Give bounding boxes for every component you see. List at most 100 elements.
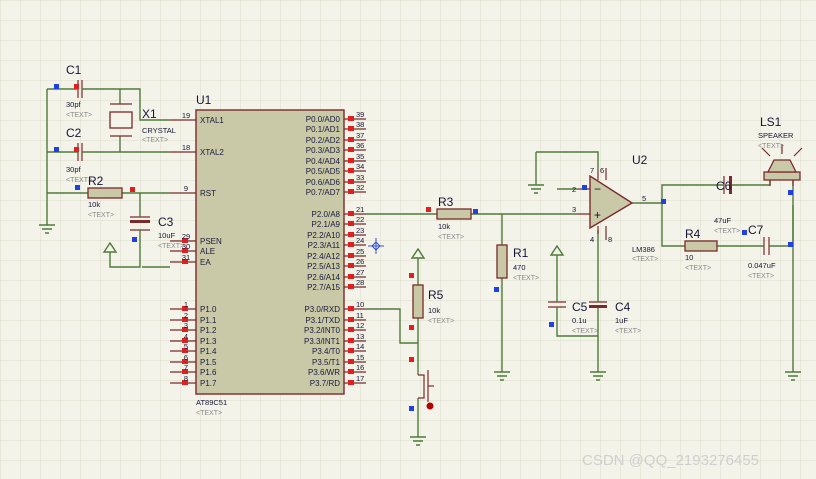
c1-ref: C1 — [66, 63, 82, 77]
mcu-text-placeholder: <TEXT> — [196, 410, 222, 417]
x1-value: CRYSTAL — [142, 126, 176, 135]
mcu-pin-number: 37 — [356, 131, 364, 140]
c2-value: 30pf — [66, 165, 82, 174]
mcu-pin-label: P0.3/AD3 — [306, 146, 341, 155]
c7-ref: C7 — [748, 223, 764, 237]
mcu-pin-number: 6 — [184, 353, 188, 362]
mcu-part: AT89C51 — [196, 398, 227, 407]
mcu-pin-number: 21 — [356, 205, 364, 214]
ls1-value: SPEAKER — [758, 131, 794, 140]
mcu-pin-number: 31 — [182, 253, 190, 262]
mcu-pin-number: 34 — [356, 162, 364, 171]
u2-pin8: 8 — [608, 235, 612, 244]
r1-text-placeholder: <TEXT> — [513, 275, 539, 282]
mcu-pin-label: P2.3/A11 — [308, 241, 341, 250]
u2-value: LM386 — [632, 245, 655, 254]
mcu-pin-label: P0.1/AD1 — [306, 125, 341, 134]
mcu-pin-label: P0.5/AD5 — [306, 167, 341, 176]
mcu-pin-number: 27 — [356, 268, 364, 277]
mcu-pin-label: P2.5/A13 — [307, 262, 340, 271]
mcu-pin-number: 33 — [356, 173, 364, 182]
schematic-canvas: U1 AT89C51 <TEXT> 19XTAL118XTAL29RST29PS… — [0, 0, 816, 479]
r5-value: 10k — [428, 306, 440, 315]
mcu-pin-number: 25 — [356, 247, 364, 256]
mcu-pin-label: P1.7 — [200, 379, 217, 388]
c6-ref: C6 — [716, 179, 732, 193]
u2-pin5: 5 — [642, 194, 646, 203]
x1-text-placeholder: <TEXT> — [142, 137, 168, 144]
mcu-pin-number: 36 — [356, 141, 364, 150]
mcu-pin-label: P0.7/AD7 — [306, 188, 341, 197]
ls1-ref: LS1 — [760, 115, 782, 129]
mcu-pin-label: P3.1/TXD — [305, 316, 340, 325]
mcu-pin-label: P3.6/WR — [308, 368, 340, 377]
mcu-pin-number: 10 — [356, 300, 364, 309]
c5-text-placeholder: <TEXT> — [572, 328, 598, 335]
u2-pin4: 4 — [590, 235, 594, 244]
mcu-pin-label: P2.2/A10 — [307, 231, 340, 240]
r5-ref: R5 — [428, 288, 444, 302]
mcu-pin-number: 5 — [184, 342, 188, 351]
r5-text-placeholder: <TEXT> — [428, 318, 454, 325]
mcu-pin-number: 7 — [184, 363, 188, 372]
r1-ref: R1 — [513, 246, 529, 260]
mcu-pin-number: 39 — [356, 110, 364, 119]
mcu-pin-number: 22 — [356, 215, 364, 224]
mcu-pin-number: 17 — [356, 374, 364, 383]
u2-pin6: 6 — [600, 166, 604, 175]
c3-ref: C3 — [158, 215, 174, 229]
mcu-right-pins: 39 P0.0/AD0 38 P0.1/AD1 37 P0.2/AD2 36 P0.3/AD3… — [304, 110, 366, 388]
mcu-pin-number: 32 — [356, 183, 364, 192]
mcu-pin-number: 3 — [184, 321, 188, 330]
mcu-pin-label: P1.4 — [200, 347, 217, 356]
mcu-pin-label: P1.5 — [200, 358, 217, 367]
mcu-pin-number: 12 — [356, 321, 364, 330]
mcu-pin-number: 24 — [356, 236, 364, 245]
mcu-pin-label: P3.3/INT1 — [304, 337, 341, 346]
r3-text-placeholder: <TEXT> — [438, 234, 464, 241]
mcu-pin-label: P3.2/INT0 — [304, 326, 341, 335]
mcu-pin-number: 15 — [356, 353, 364, 362]
mcu-pin-label: PSEN — [200, 237, 222, 246]
r3-ref: R3 — [438, 195, 454, 209]
c3-value: 10uF — [158, 231, 176, 240]
mcu-pin-label: XTAL1 — [200, 116, 224, 125]
x1-ref: X1 — [142, 107, 157, 121]
u2-pin2: 2 — [572, 185, 576, 194]
mcu-pin-label: P2.4/A12 — [307, 252, 340, 261]
c3-text-placeholder: <TEXT> — [158, 243, 184, 250]
mcu-pin-label: ALE — [200, 247, 215, 256]
mcu-pin-label: P3.5/T1 — [312, 358, 341, 367]
mcu-pin-label: P1.2 — [200, 326, 217, 335]
mcu-pin-label: RST — [200, 189, 216, 198]
mcu-u1[interactable]: U1 AT89C51 <TEXT> 19XTAL118XTAL29RST29PS… — [170, 93, 366, 417]
mcu-pin-label: P2.0/A8 — [312, 210, 341, 219]
r2-ref: R2 — [88, 174, 104, 188]
c5-value: 0.1u — [572, 316, 587, 325]
mcu-pin-number: 13 — [356, 332, 364, 341]
c7-value: 0.047uF — [748, 261, 776, 270]
u2-plus: + — [594, 208, 601, 222]
u2-text-placeholder: <TEXT> — [632, 256, 658, 263]
u2-pin7: 7 — [590, 166, 594, 175]
c6-text-placeholder: <TEXT> — [714, 228, 740, 235]
c2-ref: C2 — [66, 126, 82, 140]
r3-value: 10k — [438, 222, 450, 231]
u2-pin3: 3 — [572, 205, 576, 214]
c5-ref: C5 — [572, 300, 588, 314]
mcu-pin-label: P1.1 — [200, 316, 217, 325]
c1-value: 30pf — [66, 100, 82, 109]
mcu-pin-label: P3.0/RXD — [304, 305, 340, 314]
ls1-text-placeholder: <TEXT> — [758, 143, 784, 150]
c4-value: 1uF — [615, 316, 628, 325]
mcu-pin-label: P0.2/AD2 — [306, 136, 341, 145]
r4-ref: R4 — [685, 227, 701, 241]
u2-minus: − — [594, 182, 601, 196]
c4-text-placeholder: <TEXT> — [615, 328, 641, 335]
r2-value: 10k — [88, 200, 100, 209]
mcu-pin-number: 29 — [182, 232, 190, 241]
mcu-pin-number: 35 — [356, 152, 364, 161]
mcu-pin-number: 9 — [184, 184, 188, 193]
mcu-pin-label: P1.0 — [200, 305, 217, 314]
mcu-pin-number: 4 — [184, 332, 188, 341]
